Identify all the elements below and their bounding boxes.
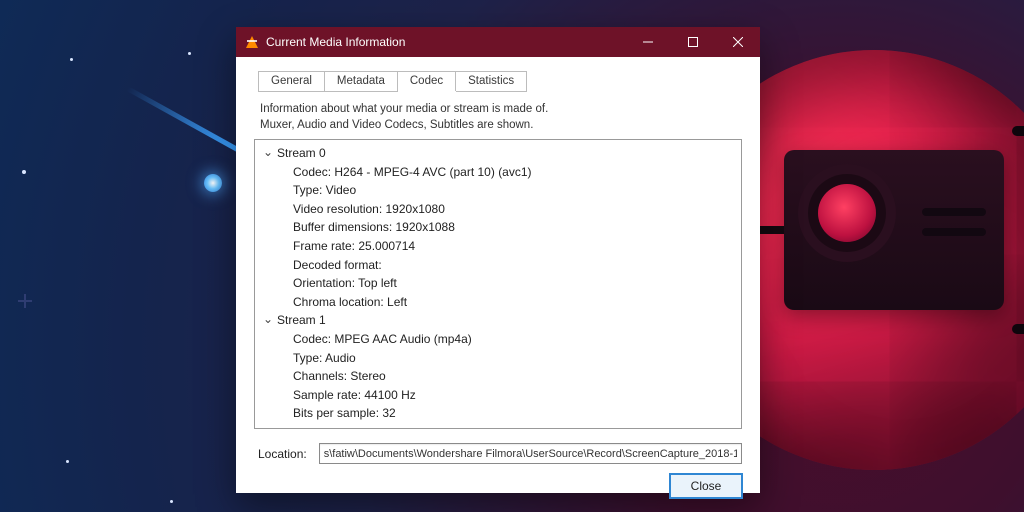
vlc-cone-icon bbox=[246, 36, 258, 48]
location-label: Location: bbox=[258, 447, 307, 461]
tab-codec[interactable]: Codec bbox=[397, 72, 455, 92]
location-row: Location: bbox=[258, 443, 742, 464]
decoration-comet bbox=[100, 120, 240, 210]
titlebar[interactable]: Current Media Information bbox=[236, 27, 760, 57]
window-body: General Metadata Codec Statistics Inform… bbox=[236, 57, 760, 493]
window-title: Current Media Information bbox=[266, 35, 625, 49]
close-button[interactable]: Close bbox=[670, 474, 742, 498]
chevron-down-icon: ⌄ bbox=[263, 310, 272, 329]
tree-node-label: Stream 1 bbox=[277, 311, 326, 330]
location-field[interactable] bbox=[319, 443, 742, 464]
decoration-star bbox=[70, 58, 73, 61]
tab-strip: General Metadata Codec Statistics bbox=[258, 71, 527, 92]
tree-leaf[interactable]: Decoded format: bbox=[293, 256, 737, 275]
minimize-button[interactable] bbox=[625, 27, 670, 57]
tree-leaf[interactable]: Chroma location: Left bbox=[293, 293, 737, 312]
tree-node-stream[interactable]: ⌄ Stream 0 bbox=[263, 144, 737, 163]
decoration-star bbox=[170, 500, 173, 503]
hint-line: Information about what your media or str… bbox=[260, 103, 548, 115]
decoration-star bbox=[22, 170, 26, 174]
tree-leaf[interactable]: Frame rate: 25.000714 bbox=[293, 237, 737, 256]
maximize-button[interactable] bbox=[670, 27, 715, 57]
tree-leaf[interactable]: Type: Video bbox=[293, 181, 737, 200]
tree-leaf[interactable]: Bits per sample: 32 bbox=[293, 404, 737, 423]
tab-statistics[interactable]: Statistics bbox=[456, 72, 527, 92]
chevron-down-icon: ⌄ bbox=[263, 143, 272, 162]
tree-leaf[interactable]: Type: Audio bbox=[293, 349, 737, 368]
close-window-button[interactable] bbox=[715, 27, 760, 57]
tree-leaf[interactable]: Sample rate: 44100 Hz bbox=[293, 386, 737, 405]
tree-leaf[interactable]: Channels: Stereo bbox=[293, 367, 737, 386]
media-info-window: Current Media Information General Metada… bbox=[236, 27, 760, 493]
tab-metadata[interactable]: Metadata bbox=[324, 72, 397, 92]
decoration-star bbox=[188, 52, 191, 55]
decoration-sparkle bbox=[18, 294, 32, 308]
tree-leaf[interactable]: Buffer dimensions: 1920x1088 bbox=[293, 218, 737, 237]
tree-leaf[interactable]: Orientation: Top left bbox=[293, 274, 737, 293]
tree-leaf[interactable]: Codec: MPEG AAC Audio (mp4a) bbox=[293, 330, 737, 349]
tree-node-stream[interactable]: ⌄ Stream 1 bbox=[263, 311, 737, 330]
hint-line: Muxer, Audio and Video Codecs, Subtitles… bbox=[260, 119, 533, 131]
tree-leaf[interactable]: Video resolution: 1920x1080 bbox=[293, 200, 737, 219]
decoration-star bbox=[66, 460, 69, 463]
button-row: Close bbox=[236, 474, 742, 498]
tab-general[interactable]: General bbox=[259, 72, 325, 92]
decoration-satellite bbox=[784, 150, 1004, 310]
tree-node-label: Stream 0 bbox=[277, 144, 326, 163]
tree-leaf[interactable]: Codec: H264 - MPEG-4 AVC (part 10) (avc1… bbox=[293, 163, 737, 182]
codec-tree[interactable]: ⌄ Stream 0 Codec: H264 - MPEG-4 AVC (par… bbox=[254, 139, 742, 429]
hint-text: Information about what your media or str… bbox=[260, 102, 760, 133]
